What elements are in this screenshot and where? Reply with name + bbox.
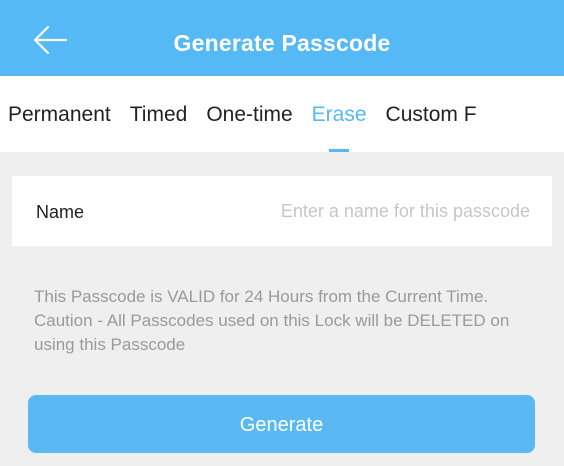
tab-erase[interactable]: Erase [312,76,367,152]
name-label: Name [36,202,85,222]
app-header: Generate Passcode [0,0,564,76]
active-tab-indicator [329,149,350,152]
tab-label: Timed [129,103,188,126]
tabs-overflow-fade [548,76,564,152]
tab-label: Permanent [8,103,111,126]
tab-label: Erase [311,103,367,126]
passcode-type-tabs: Permanent Timed One-time Erase Custom F [0,76,564,152]
name-field-row: Name [12,176,552,246]
tab-permanent[interactable]: Permanent [8,76,111,152]
tab-timed[interactable]: Timed [130,76,188,152]
name-input[interactable] [190,193,530,229]
tab-label: Custom F [385,103,477,126]
page-title: Generate Passcode [173,30,391,56]
back-button[interactable] [28,22,72,58]
generate-button[interactable]: Generate [28,395,535,453]
passcode-info-text: This Passcode is VALID for 24 Hours from… [34,287,510,354]
arrow-left-icon [33,25,68,55]
tab-custom[interactable]: Custom F [386,76,477,152]
tab-label: One-time [206,103,293,126]
tab-one-time[interactable]: One-time [206,76,292,152]
